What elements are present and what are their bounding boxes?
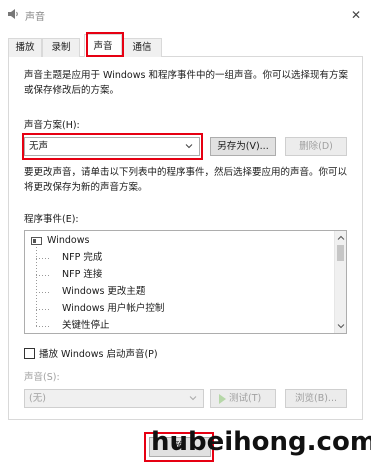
list-item-label: NFP 连接 [62,269,103,280]
program-events-list[interactable]: Windows NFP 完成 NFP 连接 Windows 更改主题 Windo… [24,230,347,334]
speaker-icon [8,9,18,19]
scroll-down-icon[interactable] [337,322,345,330]
test-button-label: 测试(T) [229,393,262,404]
delete-button[interactable]: 删除(D) [285,137,347,156]
windows-window-icon [31,237,42,245]
list-item-label: Windows [47,235,90,246]
intro-text: 声音主题是应用于 Windows 和程序事件中的一组声音。你可以选择现有方案或保… [24,70,348,96]
events-label: 程序事件(E): [24,214,79,225]
scroll-up-icon[interactable] [337,234,345,242]
scroll-thumb[interactable] [337,245,344,261]
test-button[interactable]: 测试(T) [210,389,276,408]
tree-branch [36,326,50,327]
close-button[interactable]: ✕ [345,4,367,26]
browse-button[interactable]: 浏览(B)... [285,389,347,408]
tree-branch [36,292,50,293]
tree-branch [36,309,50,310]
sound-value: (无) [29,393,46,404]
tree-branch [36,275,50,276]
scheme-highlight-box [22,133,203,160]
tree-branch [36,258,50,259]
tab-playback[interactable]: 播放 [8,38,42,57]
play-icon [219,394,226,404]
window-title: 声音 [25,12,45,23]
watermark-text: hubeihong.com [151,427,371,457]
tab-recording[interactable]: 录制 [42,38,80,57]
sound-label: 声音(S): [24,372,60,383]
chevron-down-icon [189,396,197,401]
save-as-button[interactable]: 另存为(V)... [210,137,276,156]
sound-select[interactable]: (无) [24,389,204,408]
events-scrollbar[interactable] [334,231,346,333]
title-bar [0,0,371,30]
tree-connector [36,247,37,327]
description-text: 要更改声音，请单击以下列表中的程序事件，然后选择要应用的声音。你可以将更改保存为… [24,167,348,193]
scheme-label: 声音方案(H): [24,120,80,131]
list-item-label: 关键性停止 [62,320,110,331]
startup-sound-checkbox[interactable] [24,348,35,359]
tab-communications[interactable]: 通信 [122,38,162,57]
list-item-label: Windows 用户帐户控制 [62,303,165,314]
list-item-label: Windows 更改主题 [62,286,146,297]
startup-sound-label[interactable]: 播放 Windows 启动声音(P) [39,346,158,360]
tab-highlight-box [86,32,124,57]
list-item-label: NFP 完成 [62,252,103,263]
